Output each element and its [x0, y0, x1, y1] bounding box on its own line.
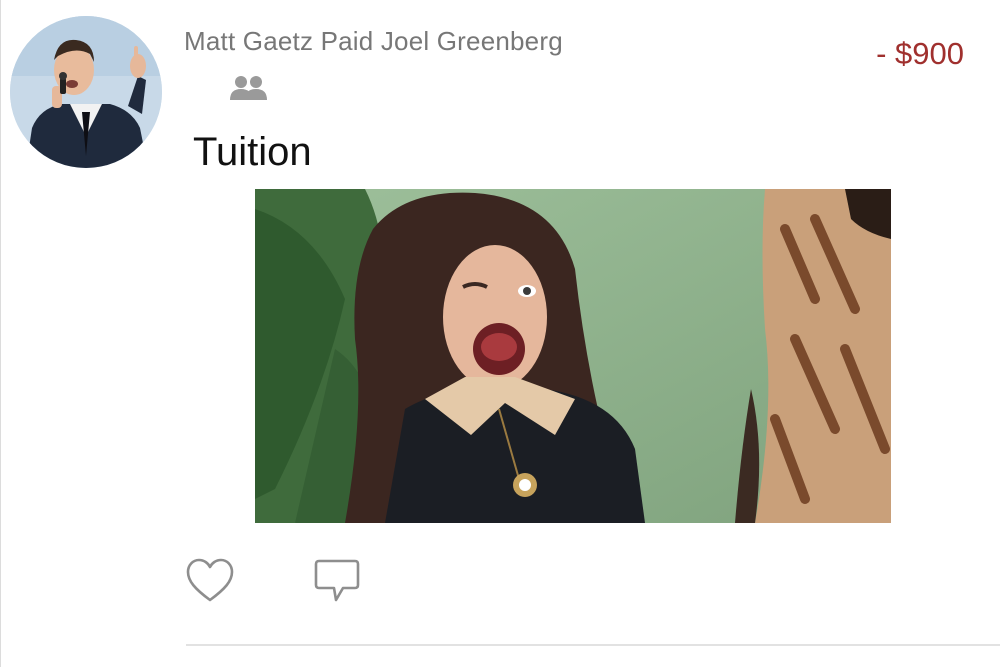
feed-divider	[186, 644, 1000, 646]
friends-icon	[228, 74, 270, 102]
attached-gif-image[interactable]	[255, 189, 891, 523]
comment-button[interactable]	[312, 556, 362, 606]
avatar-photo	[10, 16, 162, 168]
left-border	[0, 0, 1, 667]
payment-headline[interactable]: Matt Gaetz Paid Joel Greenberg	[184, 26, 563, 57]
payment-note: Tuition	[193, 130, 312, 174]
speech-bubble-icon	[314, 559, 360, 602]
payment-amount: - $900	[876, 36, 964, 71]
payment-feed-item: Matt Gaetz Paid Joel Greenberg - $900 Tu…	[0, 0, 1000, 667]
like-button[interactable]	[185, 556, 235, 606]
avatar[interactable]	[10, 16, 162, 168]
heart-outline-icon	[186, 558, 234, 602]
